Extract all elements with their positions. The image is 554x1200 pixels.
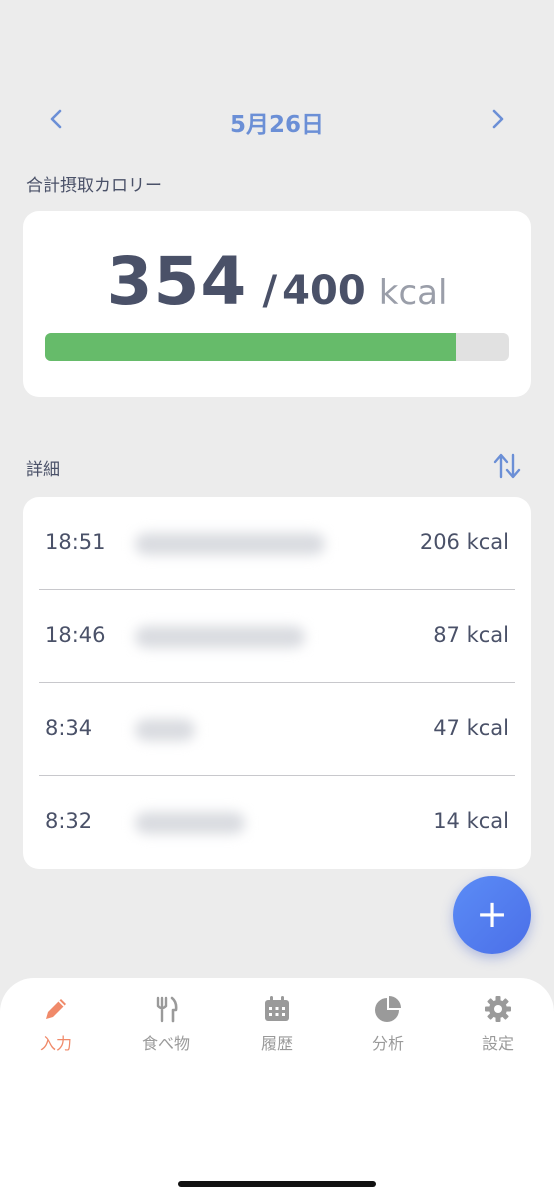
calendar-icon — [265, 996, 289, 1021]
calories-separator: / — [262, 268, 278, 314]
entry-name-redacted — [135, 719, 195, 741]
entry-row[interactable]: 8:34 47 kcal — [23, 683, 531, 776]
home-indicator[interactable] — [178, 1181, 376, 1187]
fork-knife-icon — [156, 996, 178, 1023]
bottom-tab-bar: 入力 食べ物 履歴 分析 設定 — [0, 978, 554, 1200]
tab-analysis[interactable]: 分析 — [333, 994, 443, 1054]
goal-calories: 400 — [282, 268, 366, 314]
calorie-progress-fill — [45, 333, 456, 361]
tab-history[interactable]: 履歴 — [222, 994, 332, 1054]
entry-name-redacted — [135, 812, 245, 834]
entry-name-redacted — [135, 626, 305, 648]
tab-foods[interactable]: 食べ物 — [111, 994, 221, 1054]
entry-time: 18:51 — [45, 530, 106, 554]
plus-icon: + — [476, 892, 508, 936]
entry-time: 8:32 — [45, 809, 93, 833]
meal-entries-card: 18:51 206 kcal 18:46 87 kcal 8:34 47 kca… — [23, 497, 531, 869]
entry-name-redacted — [135, 533, 325, 555]
tab-settings[interactable]: 設定 — [443, 994, 553, 1054]
entry-calories: 206 kcal — [419, 530, 509, 554]
tab-label: 設定 — [481, 1034, 514, 1053]
chevron-right-icon[interactable] — [484, 106, 510, 132]
tab-input[interactable]: 入力 — [1, 994, 111, 1054]
tab-label: 食べ物 — [141, 1034, 190, 1053]
tab-label: 入力 — [39, 1034, 72, 1053]
entry-row[interactable]: 18:51 206 kcal — [23, 497, 531, 590]
calories-unit: kcal — [378, 273, 448, 313]
total-calories-card: 354 / 400 kcal — [23, 211, 531, 397]
sort-arrows-icon[interactable] — [492, 450, 522, 482]
tab-label: 履歴 — [260, 1034, 293, 1053]
entry-calories: 87 kcal — [433, 623, 509, 647]
total-calories-label: 合計摂取カロリー — [26, 176, 162, 196]
entry-time: 8:34 — [45, 716, 93, 740]
gear-icon — [485, 996, 511, 1022]
total-calories-readout: 354 / 400 kcal — [23, 243, 531, 320]
entry-calories: 14 kcal — [433, 809, 509, 833]
details-label: 詳細 — [26, 460, 60, 480]
calorie-progress-bar — [45, 333, 509, 361]
pie-chart-icon — [375, 996, 401, 1022]
consumed-calories: 354 — [106, 243, 248, 320]
pencil-icon — [46, 999, 66, 1019]
entry-time: 18:46 — [45, 623, 106, 647]
tab-label: 分析 — [371, 1034, 404, 1053]
date-navigation: 5月26日 — [0, 96, 554, 142]
entry-row[interactable]: 18:46 87 kcal — [23, 590, 531, 683]
date-title[interactable]: 5月26日 — [0, 105, 554, 139]
add-entry-button[interactable]: + — [453, 876, 531, 954]
entry-calories: 47 kcal — [433, 716, 509, 740]
entry-row[interactable]: 8:32 14 kcal — [23, 776, 531, 869]
